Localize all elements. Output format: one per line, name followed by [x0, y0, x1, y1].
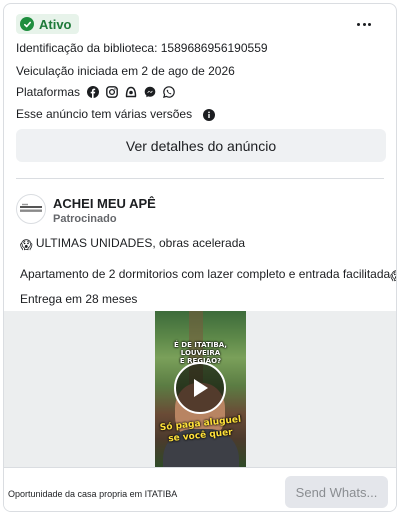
facebook-icon: [87, 86, 100, 98]
scream-emoji-icon: 😱: [390, 269, 396, 283]
status-row: Ativo: [16, 14, 384, 36]
library-id: Identificação da biblioteca: 15896869561…: [16, 41, 268, 55]
ad-text-headline: ULTIMAS UNIDADES, obras acelerada: [35, 236, 246, 250]
advertiser-logo: [20, 203, 42, 212]
play-icon[interactable]: [174, 362, 226, 414]
scream-emoji-icon: 😱: [20, 238, 33, 252]
ad-text-line-1: 😱 ULTIMAS UNIDADES, obras acelerada: [20, 236, 245, 252]
ad-text-description: Apartamento de 2 dormitorios com lazer c…: [20, 267, 391, 281]
video-caption-1: É DE ITATIBA,: [174, 341, 227, 349]
platforms-label: Plataformas: [16, 85, 81, 99]
info-icon[interactable]: [203, 108, 216, 121]
see-ad-details-button[interactable]: Ver detalhes do anúncio: [16, 129, 386, 162]
status-badge: Ativo: [16, 14, 79, 34]
video-caption-2: LOUVEIRA: [180, 349, 221, 357]
messenger-icon: [144, 86, 156, 98]
advertiser-avatar[interactable]: [16, 194, 46, 224]
send-whatsapp-button[interactable]: Send Whats...: [285, 476, 388, 508]
whatsapp-icon: [163, 86, 175, 98]
versions-row: Esse anúncio tem várias versões: [16, 107, 216, 121]
sponsored-label: Patrocinado: [53, 213, 117, 225]
audience-network-icon: [125, 86, 137, 98]
platforms-row: Plataformas: [16, 85, 175, 99]
ad-footer: Oportunidade da casa propria em ITATIBA …: [4, 467, 396, 511]
ad-media: É DE ITATIBA, LOUVEIRA E REGIÃO? Só paga…: [4, 311, 396, 467]
check-circle-icon: [20, 17, 34, 31]
ad-card: Ativo Identificação da biblioteca: 15896…: [3, 3, 397, 512]
status-label: Ativo: [39, 16, 72, 32]
divider: [16, 178, 384, 179]
ad-text-line-3: Entrega em 28 meses: [20, 292, 138, 306]
run-start-date: Veiculação iniciada em 2 de ago de 2026: [16, 64, 235, 78]
ad-video[interactable]: É DE ITATIBA, LOUVEIRA E REGIÃO? Só paga…: [155, 311, 246, 467]
instagram-icon: [106, 86, 118, 98]
footer-link-text[interactable]: Oportunidade da casa propria em ITATIBA: [8, 489, 177, 499]
more-options-icon[interactable]: [352, 15, 376, 33]
versions-label: Esse anúncio tem várias versões: [16, 107, 193, 121]
advertiser-name[interactable]: ACHEI MEU APÊ: [53, 196, 156, 211]
ad-text-line-2: Apartamento de 2 dormitorios com lazer c…: [20, 267, 396, 283]
